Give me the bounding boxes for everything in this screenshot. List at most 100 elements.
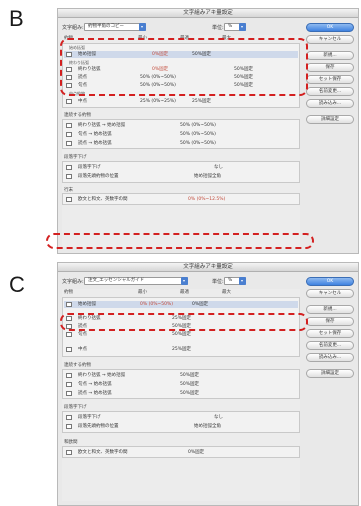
min-value[interactable]: 0%固定 (152, 66, 168, 73)
section-heading: 段落字下げ (64, 155, 87, 160)
period-icon (66, 132, 72, 137)
bracket-icon (66, 123, 72, 128)
row-value[interactable]: 始め括弧全角 (194, 423, 221, 430)
table-row[interactable]: 段落先頭約物の位置 始め括弧全角 (64, 423, 298, 430)
opt-value[interactable]: 0%固定 (192, 301, 208, 308)
opt-value[interactable]: 50% (0%~50%) (180, 140, 216, 147)
indent-box: 段落字下げ なし 段落先頭約物の位置 始め括弧全角 (62, 411, 300, 433)
cancel-button[interactable]: キャンセル (306, 35, 354, 44)
table-row[interactable]: 終わり括弧 → 始め括弧 50% (0%~50%) (64, 122, 298, 129)
table-row[interactable]: 始め括弧 0%固定 50%固定 (64, 51, 298, 58)
opt-value[interactable]: 25%固定 (172, 315, 191, 322)
table-row[interactable]: 読点 → 始め括弧 50% (0%~50%) (64, 140, 298, 147)
new-button[interactable]: 新規... (306, 305, 354, 314)
table-row[interactable]: 終わり括弧 25%固定 (64, 315, 298, 322)
row-label: 句点 (78, 83, 87, 88)
table-row[interactable]: 中点 25% (0%~25%) 25%固定 (64, 98, 298, 105)
period-icon (66, 332, 72, 337)
table-row[interactable]: 中点 25%固定 (64, 346, 298, 353)
set-save-button[interactable]: セット保存 (306, 329, 354, 338)
min-value[interactable]: 50% (0%~50%) (140, 82, 176, 89)
detail-button[interactable]: 詳細設定 (306, 115, 354, 124)
unit-select[interactable]: % (224, 23, 246, 31)
mojikumi-dialog-c: 文字組みアキ量設定 文字組み: 注文_エッセンシャルガイド 単位: % 約物 最… (57, 262, 359, 506)
load-button[interactable]: 読み込み... (306, 353, 354, 362)
min-value[interactable]: 50% (0%~50%) (140, 74, 176, 81)
max-value[interactable]: 50%固定 (234, 74, 253, 81)
table-row[interactable]: 終わり括弧 → 始め括弧 50%固定 (64, 372, 298, 379)
chevron-down-icon (239, 277, 246, 285)
row-value[interactable]: 0%固定 (188, 449, 204, 456)
indent-icon (66, 165, 72, 170)
table-row[interactable]: 句点 50%固定 (64, 331, 298, 338)
new-button[interactable]: 新規... (306, 51, 354, 60)
row-value[interactable]: 始め括弧全角 (194, 173, 221, 180)
opt-value[interactable]: 50% (0%~50%) (180, 131, 216, 138)
opt-value[interactable]: 50%固定 (192, 51, 211, 58)
table-row[interactable]: 段落字下げ なし (64, 164, 298, 171)
unit-select[interactable]: % (224, 277, 246, 285)
table-row[interactable]: 欧文と和文、英数字の間 0% (0%~12.5%) (64, 196, 298, 203)
table-row[interactable]: 段落字下げ なし (64, 414, 298, 421)
max-value[interactable]: 50%固定 (234, 66, 253, 73)
opt-value[interactable]: 50%固定 (172, 323, 191, 330)
min-value[interactable]: 25% (0%~25%) (140, 98, 176, 105)
row-label: 段落先頭約物の位置 (78, 424, 119, 429)
dialog-title: 文字組みアキ量設定 (58, 9, 358, 18)
unit-value: % (228, 24, 233, 29)
ok-button[interactable]: OK (306, 23, 354, 32)
row-value[interactable]: 0% (0%~12.5%) (188, 196, 225, 203)
section-heading: 連続する約物 (64, 363, 91, 368)
opt-value[interactable]: 25%固定 (192, 98, 211, 105)
indent-icon (66, 174, 72, 179)
row-label: 句点 (78, 332, 87, 337)
table-row[interactable]: 終わり括弧 0%固定 50%固定 (64, 66, 298, 73)
table-row[interactable]: 句点 → 始め括弧 50%固定 (64, 381, 298, 388)
mojikumi-dialog-b: 文字組みアキ量設定 文字組み: 約物半角のコピー 単位: % 約物 最小 最適 … (57, 8, 359, 254)
table-row[interactable]: 段落先頭約物の位置 始め括弧全角 (64, 173, 298, 180)
table-row[interactable]: 読点 50%固定 (64, 323, 298, 330)
save-button[interactable]: 保存 (306, 63, 354, 72)
continuous-punctuation-box: 終わり括弧 → 始め括弧 50% (0%~50%) 句点 → 始め括弧 50% … (62, 119, 300, 149)
table-row[interactable]: 句点 50% (0%~50%) 50%固定 (64, 82, 298, 89)
indent-icon (66, 415, 72, 420)
max-value[interactable]: 50%固定 (234, 82, 253, 89)
set-select[interactable]: 約物半角のコピー (84, 23, 146, 31)
set-save-button[interactable]: セット保存 (306, 75, 354, 84)
min-value[interactable]: 0%固定 (152, 51, 168, 58)
rename-button[interactable]: 名前変更... (306, 341, 354, 350)
opt-value[interactable]: 50% (0%~50%) (180, 122, 216, 129)
row-label: 中点 (78, 99, 87, 104)
row-label: 読点 → 始め括弧 (78, 141, 112, 146)
row-value[interactable]: なし (214, 414, 223, 421)
table-row[interactable]: 始め括弧 0% (0%~50%) 0%固定 (64, 301, 298, 308)
table-row[interactable]: 句点 → 始め括弧 50% (0%~50%) (64, 131, 298, 138)
set-select[interactable]: 注文_エッセンシャルガイド (84, 277, 188, 285)
table-row[interactable]: 欧文と和文、英数字の間 0%固定 (64, 449, 298, 456)
table-row[interactable]: 読点 50% (0%~50%) 50%固定 (64, 74, 298, 81)
figure-label-b: B (9, 6, 24, 31)
load-button[interactable]: 読み込み... (306, 99, 354, 108)
row-label: 読点 → 始め括弧 (78, 391, 112, 396)
section-heading: 和欧間 (64, 440, 78, 445)
row-label: 欧文と和文、英数字の間 (78, 197, 128, 202)
opt-value[interactable]: 25%固定 (172, 346, 191, 353)
ok-button[interactable]: OK (306, 277, 354, 286)
save-button[interactable]: 保存 (306, 317, 354, 326)
table-row[interactable]: 読点 → 始め括弧 50%固定 (64, 390, 298, 397)
opt-value[interactable]: 50%固定 (180, 390, 199, 397)
period-icon (66, 382, 72, 387)
opt-value[interactable]: 50%固定 (172, 331, 191, 338)
row-value[interactable]: なし (214, 164, 223, 171)
row-label: 欧文と和文、英数字の間 (78, 450, 128, 455)
settings-panel: 約物 最小 最適 最大 始め括弧 0% (0%~50%) 0%固定 終わり括弧 … (62, 289, 300, 501)
opt-value[interactable]: 50%固定 (180, 381, 199, 388)
row-label: 段落字下げ (78, 415, 101, 420)
unit-value: % (228, 278, 233, 283)
row-label: 読点 (78, 324, 87, 329)
cancel-button[interactable]: キャンセル (306, 289, 354, 298)
opt-value[interactable]: 50%固定 (180, 372, 199, 379)
rename-button[interactable]: 名前変更... (306, 87, 354, 96)
detail-button[interactable]: 詳細設定 (306, 369, 354, 378)
min-value[interactable]: 0% (0%~50%) (140, 301, 173, 308)
